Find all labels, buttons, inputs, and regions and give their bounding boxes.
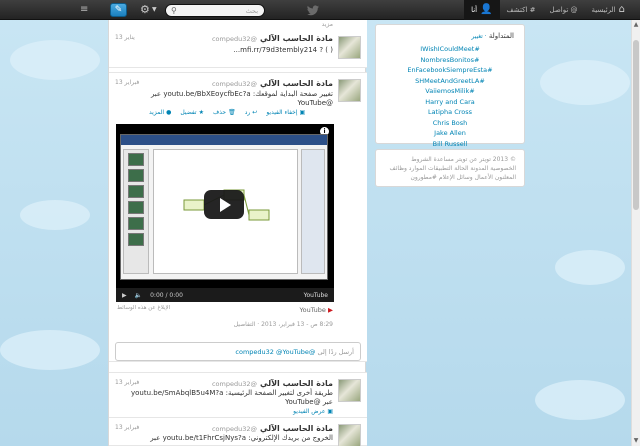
- user-icon: 👤: [480, 4, 493, 15]
- youtube-icon: ▶: [328, 306, 333, 314]
- trend-item[interactable]: Latipha Cross: [386, 107, 514, 118]
- tweet-stream: مزيد مادة الحاسب الآلي@compedu32 13 يناي…: [108, 20, 367, 446]
- view-video-link[interactable]: ▣ عرض الفيديو: [293, 408, 333, 415]
- tweet-timestamp[interactable]: 8:29 ص - 13 فبراير، 2013 · التفاصيل: [234, 321, 333, 328]
- trend-item[interactable]: VaiiemosMilik#: [386, 86, 514, 97]
- search-input[interactable]: بحث ⚲: [165, 4, 265, 17]
- avatar[interactable]: [338, 36, 361, 59]
- tweet-author[interactable]: مادة الحاسب الآلي@compedu32: [212, 424, 333, 433]
- video-time: 0:00 / 0:00: [150, 291, 183, 299]
- hide-video-button[interactable]: ▣ إخفاء الفيديو: [266, 109, 305, 116]
- trends-list: IWishICouldMeet# NombresBonitos# EnFaceb…: [386, 44, 514, 149]
- nav-discover[interactable]: # اكتشف: [500, 0, 543, 20]
- main-nav: ⌂ الرئيسية @ تواصل # اكتشف 👤 أنا: [464, 0, 632, 20]
- tweet-author[interactable]: مادة الحاسب الآلي@compedu32: [212, 379, 333, 388]
- favorite-button[interactable]: ★ تفضيل: [180, 109, 204, 116]
- tweet-author[interactable]: مادة الحاسب الآلي@compedu32: [212, 34, 333, 43]
- youtube-logo[interactable]: YouTube: [304, 292, 328, 299]
- search-icon[interactable]: ⚲: [171, 6, 177, 15]
- play-button[interactable]: [204, 190, 244, 219]
- tweet-text: الخروج من بريدك الإلكتروني: youtu.be/t1F…: [150, 434, 333, 442]
- tweet-time[interactable]: 13 فبراير: [115, 424, 139, 431]
- tweet-text: تغيير صفحة البداية لموقعك: youtu.be/BbXE…: [150, 90, 333, 107]
- tweet[interactable]: مادة الحاسب الآلي@compedu32 13 فبراير طر…: [109, 372, 367, 418]
- nav-home[interactable]: ⌂ الرئيسية: [585, 0, 632, 20]
- avatar[interactable]: [338, 379, 361, 402]
- scroll-down-icon[interactable]: ▼: [632, 436, 640, 446]
- trend-item[interactable]: Harry and Cara: [386, 97, 514, 108]
- scrollbar-thumb[interactable]: [633, 40, 639, 210]
- tweet-time[interactable]: 13 فبراير: [115, 79, 139, 86]
- tweet[interactable]: مزيد مادة الحاسب الآلي@compedu32 13 يناي…: [109, 20, 367, 68]
- video-player[interactable]: i ▶ 🔈 0:00 / 0:00 YouTube: [116, 124, 334, 302]
- trend-item[interactable]: Chris Bosh: [386, 118, 514, 129]
- scroll-up-icon[interactable]: ▲: [632, 20, 640, 30]
- chevron-down-icon[interactable]: ▼: [152, 6, 157, 13]
- tweet-time[interactable]: 13 فبراير: [115, 379, 139, 386]
- tweet-text: طريقة أخرى لتغيير الصفحة الرئيسية: youtu…: [130, 389, 333, 406]
- tweet-expanded[interactable]: مادة الحاسب الآلي@compedu32 13 فبراير تغ…: [109, 72, 367, 362]
- nav-me[interactable]: 👤 أنا: [464, 0, 500, 20]
- trends-change-link[interactable]: · تغيير: [471, 33, 486, 40]
- home-icon: ⌂: [618, 4, 625, 15]
- tweet-text: ( ) ? mfi.rr/79d3tembly214...: [233, 46, 333, 54]
- delete-button[interactable]: 🗑 حذف: [213, 109, 236, 116]
- tweet-time[interactable]: 13 يناير: [115, 34, 135, 41]
- twitter-bird-icon: [306, 5, 320, 16]
- tweet[interactable]: مادة الحاسب الآلي@compedu32 13 فبراير ال…: [109, 418, 367, 446]
- tweet-actions: ▣ إخفاء الفيديو ↩ رد 🗑 حذف ★ تفضيل ● الم…: [149, 109, 305, 116]
- gear-icon[interactable]: ⚙: [140, 3, 150, 16]
- media-source[interactable]: ▶ YouTube: [299, 306, 333, 314]
- top-navigation-bar: ⌂ الرئيسية @ تواصل # اكتشف 👤 أنا بحث ⚲ ⚙…: [0, 0, 640, 20]
- video-controls: ▶ 🔈 0:00 / 0:00 YouTube: [116, 288, 334, 302]
- menu-icon[interactable]: ≡: [80, 5, 88, 15]
- play-icon[interactable]: ▶: [122, 292, 127, 299]
- trend-item[interactable]: IWishICouldMeet#: [386, 44, 514, 55]
- trend-item[interactable]: NombresBonitos#: [386, 55, 514, 66]
- footer-links[interactable]: © 2013 تويتر عن تويتر مساعدة الشروط الخص…: [389, 156, 516, 181]
- trend-item[interactable]: SHMeetAndGreetLA#: [386, 76, 514, 87]
- reply-input[interactable]: أرسل ردًا إلى @compedu32 @YouTube: [115, 342, 361, 361]
- dashboard: المتداولة · تغيير IWishICouldMeet# Nombr…: [375, 24, 525, 187]
- report-media-link[interactable]: الإبلاغ عن هذه الوسائط: [117, 305, 170, 311]
- avatar[interactable]: [338, 424, 361, 446]
- tweet-author[interactable]: مادة الحاسب الآلي@compedu32: [212, 79, 333, 88]
- trend-item[interactable]: EnFacebookSiempreEsta#: [386, 65, 514, 76]
- more-button[interactable]: ● المزيد: [149, 109, 171, 116]
- reply-button[interactable]: ↩ رد: [245, 109, 258, 116]
- trend-item[interactable]: Bill Russell: [386, 139, 514, 150]
- site-footer: © 2013 تويتر عن تويتر مساعدة الشروط الخص…: [375, 149, 525, 187]
- compose-tweet-button[interactable]: ✎: [110, 3, 127, 17]
- trend-item[interactable]: Jake Allen: [386, 128, 514, 139]
- volume-icon[interactable]: 🔈: [135, 292, 142, 299]
- trends-module: المتداولة · تغيير IWishICouldMeet# Nombr…: [375, 24, 525, 148]
- trends-header: المتداولة · تغيير: [471, 32, 514, 40]
- avatar[interactable]: [338, 79, 361, 102]
- nav-connect[interactable]: @ تواصل: [543, 0, 585, 20]
- tweet-more-link[interactable]: مزيد: [322, 21, 333, 28]
